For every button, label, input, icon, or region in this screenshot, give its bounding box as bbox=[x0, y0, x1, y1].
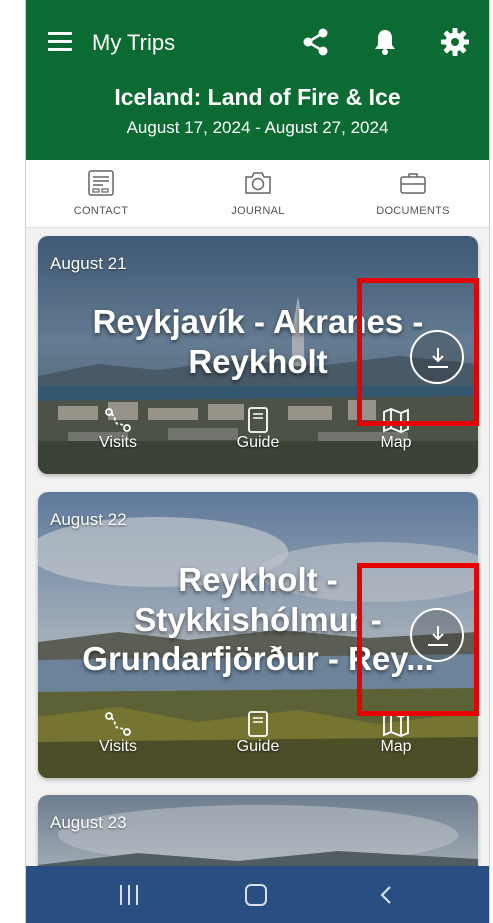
guide-button[interactable]: Guide bbox=[218, 710, 298, 756]
tab-contact[interactable]: CONTACT bbox=[46, 160, 156, 228]
gear-icon[interactable] bbox=[440, 27, 470, 57]
tab-contact-label: CONTACT bbox=[73, 205, 129, 217]
guide-button[interactable]: Guide bbox=[218, 406, 298, 452]
guide-label: Guide bbox=[236, 434, 280, 451]
phone-screen: My Trips Iceland: Land of Fire & Ice Aug… bbox=[25, 0, 490, 923]
guide-label: Guide bbox=[236, 738, 280, 755]
menu-icon[interactable] bbox=[48, 32, 72, 52]
system-navigation-bar bbox=[26, 866, 489, 923]
back-icon[interactable] bbox=[376, 884, 396, 906]
highlight-box bbox=[357, 278, 479, 426]
map-button[interactable]: Map bbox=[356, 710, 436, 756]
visits-button[interactable]: Visits bbox=[78, 406, 158, 452]
visits-label: Visits bbox=[99, 434, 137, 451]
app-header: My Trips Iceland: Land of Fire & Ice Aug… bbox=[26, 0, 489, 160]
tab-documents[interactable]: DOCUMENTS bbox=[358, 160, 468, 228]
route-icon bbox=[105, 408, 131, 432]
route-icon bbox=[105, 712, 131, 736]
trip-title: Iceland: Land of Fire & Ice bbox=[114, 84, 401, 110]
day-date: August 22 bbox=[50, 510, 127, 529]
tab-journal-label: JOURNAL bbox=[231, 205, 285, 217]
trip-dates: August 17, 2024 - August 27, 2024 bbox=[126, 118, 389, 137]
home-icon[interactable] bbox=[245, 884, 267, 906]
map-label: Map bbox=[380, 738, 412, 755]
day-date: August 21 bbox=[50, 254, 127, 273]
trip-tabs: CONTACT JOURNAL DOCUMENTS bbox=[26, 160, 489, 228]
book-icon bbox=[248, 407, 268, 433]
map-label: Map bbox=[380, 434, 412, 451]
share-icon[interactable] bbox=[302, 27, 330, 57]
book-icon bbox=[248, 711, 268, 737]
day-date: August 23 bbox=[50, 813, 127, 832]
briefcase-icon bbox=[400, 173, 426, 194]
tab-documents-label: DOCUMENTS bbox=[376, 205, 450, 217]
visits-label: Visits bbox=[99, 738, 137, 755]
recent-apps-icon[interactable] bbox=[118, 885, 140, 905]
contact-card-icon bbox=[88, 170, 114, 196]
highlight-box bbox=[357, 563, 479, 716]
camera-icon bbox=[245, 172, 271, 194]
tab-journal[interactable]: JOURNAL bbox=[203, 160, 313, 228]
app-title: My Trips bbox=[92, 30, 176, 55]
visits-button[interactable]: Visits bbox=[78, 710, 158, 756]
bell-icon[interactable] bbox=[371, 27, 399, 57]
top-bar: My Trips bbox=[26, 24, 489, 64]
